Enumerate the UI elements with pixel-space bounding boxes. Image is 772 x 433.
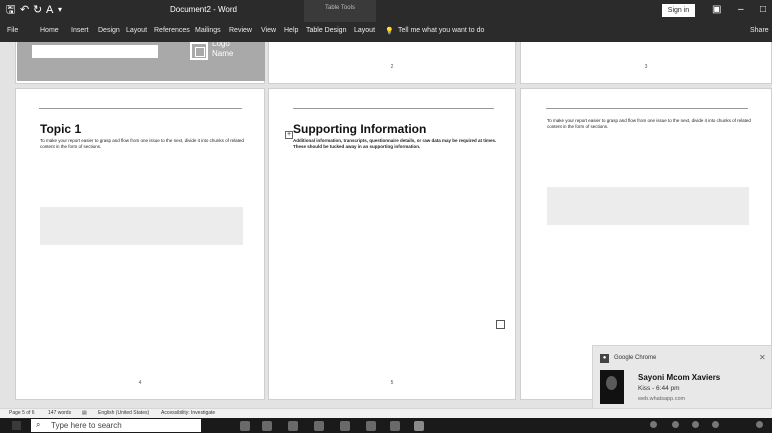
language-indicator[interactable]: English (United States) — [98, 410, 149, 416]
cover-banner: Logo Name — [17, 42, 265, 81]
minimize-icon[interactable]: – — [738, 4, 744, 15]
tab-references[interactable]: References — [154, 27, 190, 34]
avatar — [600, 370, 624, 404]
header-rule — [39, 108, 242, 109]
page-2[interactable]: 2 — [268, 42, 516, 84]
cortana-icon[interactable] — [240, 421, 250, 431]
app-taskbar-icon[interactable] — [340, 421, 350, 431]
search-placeholder: Type here to search — [51, 421, 122, 430]
page-5[interactable]: Supporting Information Additional inform… — [268, 88, 516, 400]
logo-text: Logo Name — [212, 42, 234, 58]
body-paragraph: Additional information, transcripts, que… — [293, 138, 497, 149]
network-icon[interactable] — [712, 421, 719, 428]
tab-layout[interactable]: Layout — [126, 27, 147, 34]
tab-home[interactable]: Home — [40, 27, 59, 34]
task-view-icon[interactable] — [262, 421, 272, 431]
share-button[interactable]: Share — [750, 27, 769, 34]
notification-site: web.whatsapp.com — [638, 396, 686, 402]
maximize-icon[interactable]: □ — [760, 4, 766, 15]
page-count[interactable]: Page 5 of 6 — [9, 410, 35, 416]
status-bar: Page 5 of 6 147 words ▤ English (United … — [0, 408, 772, 418]
windows-start-icon[interactable] — [12, 421, 21, 430]
page-number: 3 — [644, 64, 648, 70]
body-paragraph: To make your report easier to grasp and … — [40, 138, 244, 149]
tab-design[interactable]: Design — [98, 27, 120, 34]
app-taskbar-icon[interactable] — [390, 421, 400, 431]
tab-file[interactable]: File — [7, 27, 18, 34]
header-rule — [546, 108, 748, 109]
section-heading: Topic 1 — [40, 122, 82, 136]
notification-message: Kiss - 6:44 pm — [638, 385, 680, 392]
ribbon-tabs: File Home Insert Design Layout Reference… — [0, 22, 772, 42]
accessibility-indicator[interactable]: Accessibility: Investigate — [161, 410, 215, 416]
tab-insert[interactable]: Insert — [71, 27, 89, 34]
notification-sender: Sayoni Mcom Xaviers — [638, 373, 721, 382]
cloud-icon[interactable] — [650, 421, 657, 428]
page-number: 4 — [138, 380, 142, 386]
chrome-notification[interactable]: ● Google Chrome ✕ Sayoni Mcom Xaviers Ki… — [592, 345, 772, 410]
page-3[interactable]: 3 — [520, 42, 772, 84]
chrome-app-icon: ● — [600, 354, 609, 363]
sign-in-button[interactable]: Sign in — [662, 4, 695, 17]
tab-review[interactable]: Review — [229, 27, 252, 34]
table-resize-handle-icon[interactable] — [496, 320, 505, 329]
notification-center-icon[interactable] — [756, 421, 763, 428]
lightbulb-icon[interactable]: 💡 — [385, 27, 394, 35]
title-bar: 🖫 ↶ ↻ A ▾ Document2 - Word Table Tools S… — [0, 0, 772, 22]
tab-view[interactable]: View — [261, 27, 276, 34]
chrome-taskbar-icon[interactable] — [288, 421, 298, 431]
tell-me-search[interactable]: Tell me what you want to do — [398, 27, 484, 34]
redo-icon[interactable]: ↻ — [33, 3, 42, 17]
taskbar-search-box[interactable]: ⌕ Type here to search — [31, 419, 201, 432]
word-count[interactable]: 147 words — [48, 410, 71, 416]
tab-table-layout[interactable]: Layout — [354, 27, 375, 34]
close-icon[interactable]: ✕ — [759, 353, 766, 362]
document-title: Document2 - Word — [170, 5, 237, 14]
header-rule — [293, 108, 494, 109]
windows-taskbar: ⌕ Type here to search — [0, 418, 772, 433]
notification-app-name: Google Chrome — [614, 355, 657, 361]
file-explorer-icon[interactable] — [366, 421, 376, 431]
image-placeholder[interactable] — [40, 207, 243, 245]
tab-mailings[interactable]: Mailings — [195, 27, 221, 34]
ribbon-display-icon[interactable]: ▣ — [712, 4, 721, 15]
section-heading: Supporting Information — [293, 122, 427, 136]
logo-placeholder[interactable]: Logo Name — [185, 42, 257, 65]
word-taskbar-icon[interactable] — [414, 421, 424, 431]
page-number: 2 — [390, 64, 394, 70]
page-number: 5 — [390, 380, 394, 386]
body-paragraph: To make your report easier to grasp and … — [547, 118, 751, 129]
undo-icon[interactable]: ↶ — [20, 3, 29, 17]
table-move-handle-icon[interactable]: + — [285, 131, 293, 139]
proofing-icon[interactable]: ▤ — [82, 410, 87, 416]
page-4[interactable]: Topic 1 To make your report easier to gr… — [15, 88, 265, 400]
customize-icon[interactable]: ▾ — [58, 3, 62, 17]
system-tray — [648, 421, 768, 430]
app-taskbar-icon[interactable] — [314, 421, 324, 431]
tray-icon[interactable] — [672, 421, 679, 428]
page-1[interactable]: Logo Name — [15, 42, 265, 84]
logo-icon — [190, 42, 208, 60]
cover-text-box[interactable] — [32, 45, 158, 58]
table-tools-label: Table Tools — [325, 5, 355, 11]
font-color-icon[interactable]: A — [46, 3, 53, 17]
tab-help[interactable]: Help — [284, 27, 298, 34]
search-icon: ⌕ — [36, 420, 41, 429]
image-placeholder[interactable] — [547, 187, 749, 225]
save-icon[interactable]: 🖫 — [6, 3, 15, 17]
table-tools-context: Table Tools — [304, 0, 376, 22]
tab-table-design[interactable]: Table Design — [306, 27, 346, 34]
volume-icon[interactable] — [692, 421, 699, 428]
